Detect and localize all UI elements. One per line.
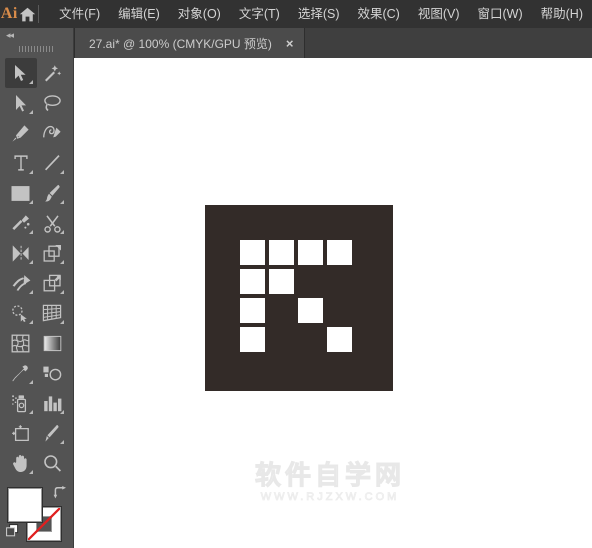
panel-drag-handle[interactable]: [0, 42, 73, 56]
tool-flyout-indicator[interactable]: [28, 290, 33, 294]
menu-effect[interactable]: 效果(C): [348, 4, 408, 25]
shape-builder-tool-icon[interactable]: [5, 298, 37, 328]
rotate-tool-icon[interactable]: [5, 238, 37, 268]
watermark-chinese: 软件自学网: [254, 461, 405, 491]
tool-flyout-indicator[interactable]: [28, 170, 33, 174]
menu-item-list: 文件(F) 编辑(E) 对象(O) 文字(T) 选择(S) 效果(C) 视图(V…: [50, 4, 592, 25]
tool-flyout-indicator[interactable]: [28, 380, 33, 384]
artwork-square: [269, 269, 294, 294]
line-segment-tool-icon[interactable]: [37, 148, 69, 178]
artwork-square: [327, 327, 352, 352]
menu-edit[interactable]: 编辑(E): [109, 4, 169, 25]
column-graph-tool-icon[interactable]: [37, 388, 69, 418]
illustrator-window: Ai 文件(F) 编辑(E) 对象(O) 文字(T) 选择(S) 效果(C) 视…: [0, 0, 592, 548]
tool-flyout-indicator[interactable]: [60, 200, 64, 204]
document-tab[interactable]: 27.ai* @ 100% (CMYK/GPU 预览) ×: [74, 28, 305, 58]
menu-type[interactable]: 文字(T): [230, 4, 289, 25]
tool-flyout-indicator[interactable]: [28, 260, 33, 264]
tool-flyout-indicator[interactable]: [28, 470, 33, 474]
artwork-square: [327, 240, 352, 265]
magic-wand-tool-icon[interactable]: [37, 58, 69, 88]
tool-flyout-indicator[interactable]: [28, 110, 33, 114]
tool-flyout-indicator[interactable]: [60, 440, 64, 444]
shaper-tool-icon[interactable]: [5, 208, 37, 238]
app-logo: Ai: [0, 5, 18, 22]
tool-flyout-indicator[interactable]: [28, 200, 33, 204]
tool-flyout-indicator[interactable]: [60, 260, 64, 264]
watermark-english: WWW.RJZXW.COM: [260, 491, 400, 504]
tool-flyout-indicator[interactable]: [60, 170, 64, 174]
document-tab-title: 27.ai* @ 100% (CMYK/GPU 预览): [89, 36, 272, 51]
default-fill-stroke-icon[interactable]: [6, 524, 19, 537]
artwork-square: [298, 298, 323, 323]
artwork-square: [240, 298, 265, 323]
artwork-square: [240, 327, 265, 352]
scissors-tool-icon[interactable]: [37, 208, 69, 238]
collapse-panel-button[interactable]: ◂◂: [0, 28, 73, 42]
close-icon[interactable]: ×: [286, 37, 294, 50]
symbol-sprayer-tool-icon[interactable]: [5, 388, 37, 418]
width-tool-icon[interactable]: [5, 268, 37, 298]
slice-tool-icon[interactable]: [37, 418, 69, 448]
menu-help[interactable]: 帮助(H): [532, 4, 592, 25]
tool-grid: [0, 56, 73, 478]
curvature-tool-icon[interactable]: [37, 118, 69, 148]
menu-window[interactable]: 窗口(W): [469, 4, 532, 25]
site-watermark: 软件自学网 WWW.RJZXW.COM: [225, 461, 435, 504]
free-transform-tool-icon[interactable]: [37, 268, 69, 298]
tool-flyout-indicator[interactable]: [60, 230, 64, 234]
tool-flyout-indicator[interactable]: [28, 80, 33, 84]
selection-tool-icon[interactable]: [5, 58, 37, 88]
menu-select[interactable]: 选择(S): [289, 4, 349, 25]
lasso-tool-icon[interactable]: [37, 88, 69, 118]
direct-selection-tool-icon[interactable]: [5, 88, 37, 118]
document-tab-bar: 27.ai* @ 100% (CMYK/GPU 预览) ×: [74, 28, 592, 58]
menu-bar: Ai 文件(F) 编辑(E) 对象(O) 文字(T) 选择(S) 效果(C) 视…: [0, 0, 592, 28]
artboard-tool-icon[interactable]: [5, 418, 37, 448]
scale-tool-icon[interactable]: [37, 238, 69, 268]
perspective-grid-tool-icon[interactable]: [37, 298, 69, 328]
tool-flyout-indicator[interactable]: [60, 410, 64, 414]
tool-flyout-indicator[interactable]: [60, 320, 64, 324]
type-tool-icon[interactable]: [5, 148, 37, 178]
tools-panel: ◂◂: [0, 28, 74, 548]
mesh-tool-icon[interactable]: [5, 328, 37, 358]
home-icon[interactable]: [19, 0, 36, 28]
artwork-square: [240, 269, 265, 294]
tool-flyout-indicator[interactable]: [28, 320, 33, 324]
fill-swatch[interactable]: [8, 488, 42, 522]
rectangle-tool-icon[interactable]: [5, 178, 37, 208]
tool-flyout-indicator[interactable]: [28, 230, 33, 234]
swap-fill-stroke-icon[interactable]: [53, 486, 67, 500]
pixel-logo-artwork[interactable]: [205, 205, 393, 391]
eyedropper-tool-icon[interactable]: [5, 358, 37, 388]
tool-flyout-indicator[interactable]: [60, 290, 64, 294]
menu-object[interactable]: 对象(O): [169, 4, 230, 25]
pen-tool-icon[interactable]: [5, 118, 37, 148]
fill-stroke-controls: [0, 484, 73, 548]
blend-tool-icon[interactable]: [37, 358, 69, 388]
hand-tool-icon[interactable]: [5, 448, 37, 478]
artwork-square: [240, 240, 265, 265]
artwork-square: [269, 240, 294, 265]
paintbrush-tool-icon[interactable]: [37, 178, 69, 208]
menu-file[interactable]: 文件(F): [50, 4, 109, 25]
document-canvas[interactable]: 软件自学网 WWW.RJZXW.COM: [74, 58, 592, 548]
artwork-square: [298, 240, 323, 265]
menu-view[interactable]: 视图(V): [409, 4, 469, 25]
gradient-tool-icon[interactable]: [37, 328, 69, 358]
tool-flyout-indicator[interactable]: [28, 410, 33, 414]
zoom-tool-icon[interactable]: [37, 448, 69, 478]
